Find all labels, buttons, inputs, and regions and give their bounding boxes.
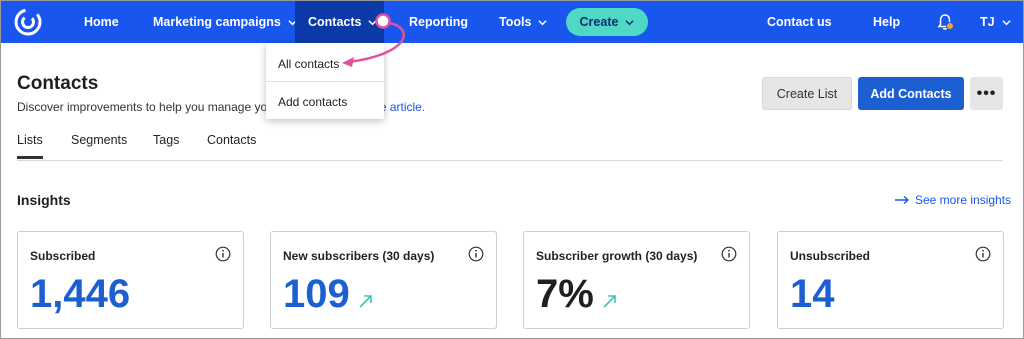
tab-segments[interactable]: Segments [71,133,127,147]
page-title: Contacts [17,73,99,94]
card-value-number: 1,446 [30,272,131,316]
insight-card-unsubscribed: Unsubscribed 14 [777,231,1004,329]
create-button[interactable]: Create [566,8,648,36]
nav-tools[interactable]: Tools [499,1,548,43]
tab-contacts[interactable]: Contacts [207,133,256,147]
card-value-number: 7% [536,272,594,316]
see-more-insights-label: See more insights [915,193,1012,207]
create-button-label: Create [579,15,619,29]
trend-up-icon [359,295,372,308]
app-frame: Home Marketing campaigns Contacts Report… [0,0,1024,339]
info-icon[interactable] [468,246,484,262]
add-contacts-button[interactable]: Add Contacts [858,77,964,110]
card-value: 7% [536,272,618,316]
menu-divider [266,81,384,82]
insight-card-subscriber-growth: Subscriber growth (30 days) 7% [523,231,750,329]
insight-card-new-subscribers: New subscribers (30 days) 109 [270,231,497,329]
chevron-down-icon [625,19,635,25]
nav-home[interactable]: Home [84,1,119,43]
insights-heading: Insights [17,192,71,208]
insight-card-subscribed: Subscribed 1,446 [17,231,244,329]
more-options-button[interactable]: ••• [970,77,1003,110]
see-more-insights-link[interactable]: See more insights [894,193,1011,207]
chevron-down-icon [1001,19,1011,25]
nav-reporting-label: Reporting [409,15,469,29]
nav-home-label: Home [84,15,119,29]
tabs-divider [17,160,1003,161]
card-value: 1,446 [30,272,130,316]
card-value-number: 109 [283,272,350,316]
card-value-number: 14 [790,272,835,316]
tab-tags[interactable]: Tags [153,133,179,147]
nav-help-label: Help [873,15,901,29]
nav-help[interactable]: Help [873,1,900,43]
nav-contact-us-label: Contact us [767,15,832,29]
contacts-dropdown-menu: All contacts Add contacts [266,43,384,119]
info-icon[interactable] [721,246,737,262]
card-label: Unsubscribed [790,249,871,263]
nav-tools-label: Tools [499,15,532,29]
nav-reporting[interactable]: Reporting [409,1,468,43]
arrow-right-icon [895,195,910,205]
notification-badge [946,22,954,30]
card-value: 14 [790,272,835,316]
user-menu[interactable]: TJ [980,1,1011,43]
info-icon[interactable] [215,246,231,262]
card-label: New subscribers (30 days) [283,249,435,263]
top-nav: Home Marketing campaigns Contacts Report… [1,1,1023,43]
chevron-down-icon [368,19,378,25]
card-label: Subscriber growth (30 days) [536,249,698,263]
nav-marketing-campaigns[interactable]: Marketing campaigns [153,1,297,43]
card-value: 109 [283,272,374,316]
create-list-button[interactable]: Create List [762,77,852,110]
page-subtitle-text: Discover improvements to help you manage… [17,100,268,114]
menu-item-add-contacts[interactable]: Add contacts [278,95,347,109]
info-icon[interactable] [975,246,991,262]
menu-item-all-contacts[interactable]: All contacts [278,57,339,71]
nav-marketing-label: Marketing campaigns [153,15,281,29]
nav-contacts-label: Contacts [308,15,362,29]
trend-up-icon [603,295,616,308]
user-initials: TJ [980,15,995,29]
constant-contact-logo-icon[interactable] [13,7,43,37]
chevron-down-icon [538,19,548,25]
nav-contact-us[interactable]: Contact us [767,1,832,43]
card-label: Subscribed [30,249,96,263]
nav-contacts[interactable]: Contacts [295,1,384,43]
tab-lists[interactable]: Lists [17,133,43,159]
